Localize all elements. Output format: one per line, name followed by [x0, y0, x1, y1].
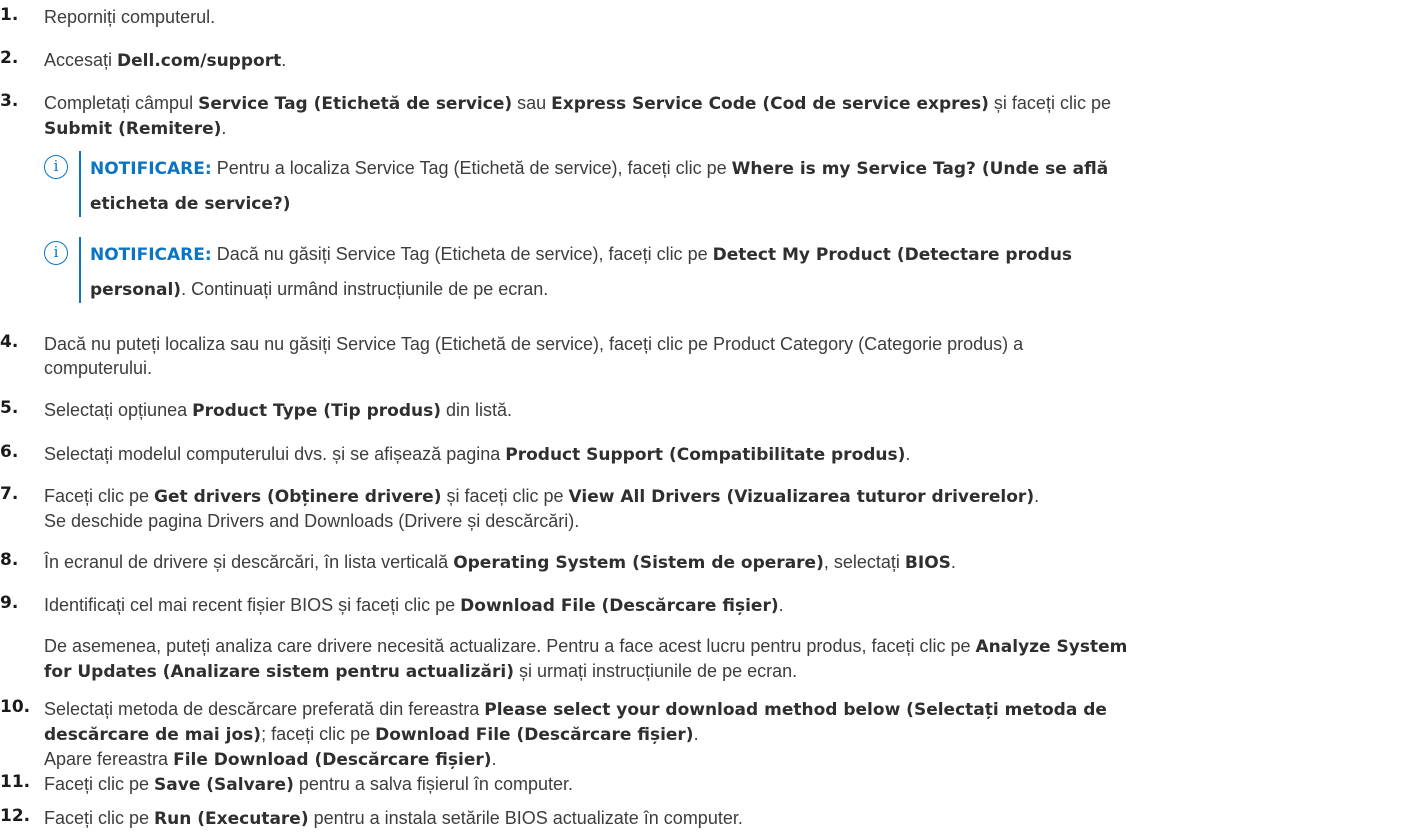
note-label: NOTIFICARE:	[90, 159, 212, 179]
step-text: Apare fereastra File Download (Descărcar…	[44, 749, 497, 770]
step-text: Faceți clic pe Get drivers (Obținere dri…	[44, 486, 1040, 507]
note-bar	[79, 237, 81, 303]
support-url: Dell.com/support	[117, 51, 282, 71]
step-text: Submit (Remitere).	[44, 118, 227, 139]
step-text: Selectați metoda de descărcare preferată…	[44, 699, 1107, 720]
step-number: 6.	[0, 442, 19, 462]
step-text: Dacă nu puteți localiza sau nu găsiți Se…	[44, 334, 1024, 354]
note-service-tag-location: i NOTIFICARE: Pentru a localiza Service …	[44, 151, 1344, 219]
step-text: Selectați modelul computerului dvs. și s…	[44, 444, 911, 465]
step-text: for Updates (Analizare sistem pentru act…	[44, 661, 798, 682]
step-text: Identificați cel mai recent fișier BIOS …	[44, 595, 784, 616]
step-text: Selectați opțiunea Product Type (Tip pro…	[44, 400, 513, 421]
step-number: 1.	[0, 5, 19, 25]
step-number: 9.	[0, 593, 19, 613]
note-bar	[79, 151, 81, 217]
step-number: 8.	[0, 550, 19, 570]
step-text: computerului.	[44, 358, 153, 378]
step-number: 4.	[0, 332, 19, 352]
document-page: 1. Reporniți computerul. 2. Accesați Del…	[0, 0, 1405, 832]
step-text: În ecranul de drivere și descărcări, în …	[44, 552, 956, 573]
info-circle-icon: i	[44, 241, 68, 265]
step-text: Faceți clic pe Save (Salvare) pentru a s…	[44, 774, 573, 795]
note-label: NOTIFICARE:	[90, 245, 212, 265]
step-text: Se deschide pagina Drivers and Downloads…	[44, 511, 580, 531]
step-number: 10.	[0, 697, 31, 717]
info-circle-icon: i	[44, 155, 68, 179]
step-number: 12.	[0, 806, 31, 826]
step-number: 3.	[0, 91, 19, 111]
step-text: Faceți clic pe Run (Executare) pentru a …	[44, 808, 743, 829]
step-text: Reporniți computerul.	[44, 7, 216, 27]
step-number: 2.	[0, 48, 19, 68]
step-number: 5.	[0, 398, 19, 418]
step-text: Completați câmpul Service Tag (Etichetă …	[44, 93, 1111, 114]
note-detect-product: i NOTIFICARE: Dacă nu găsiți Service Tag…	[44, 237, 1344, 305]
step-number: 11.	[0, 772, 31, 792]
step-text: Accesați Dell.com/support.	[44, 50, 287, 71]
step-text: descărcare de mai jos); faceți clic pe D…	[44, 724, 699, 745]
step-text: De asemenea, puteți analiza care drivere…	[44, 636, 1128, 657]
step-number: 7.	[0, 484, 19, 504]
